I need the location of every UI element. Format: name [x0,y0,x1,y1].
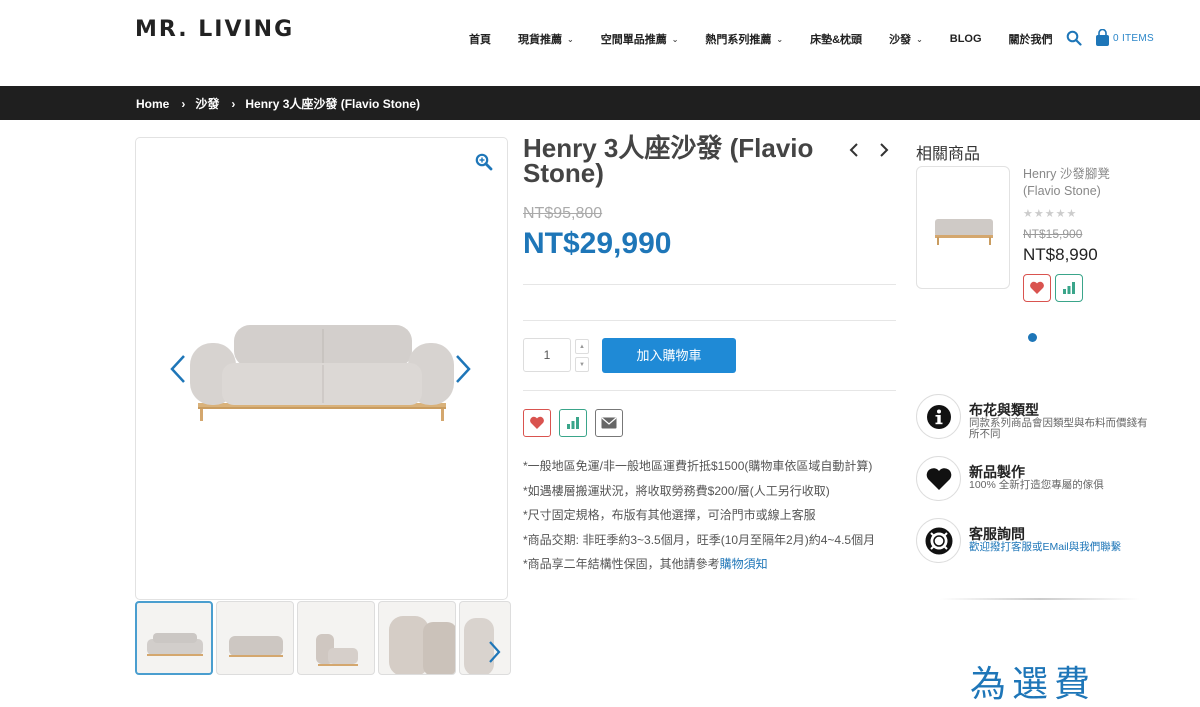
divider [940,598,1140,600]
info-icon [916,394,961,439]
thumbnail-image [464,618,494,674]
thumbnail[interactable] [216,601,294,675]
note-line: *商品享二年結構性保固，其他請參考購物須知 [523,552,875,577]
thumbnail[interactable] [378,601,456,675]
note-line: *如遇樓層搬運狀況，將收取勞務費$200/層(人工另行收取) [523,483,830,498]
chevron-left-icon[interactable] [846,142,862,158]
nav-item-mattress[interactable]: 床墊&枕頭 [810,31,862,47]
nav-item-series[interactable]: 熱門系列推薦 ⌄ [705,31,783,47]
bar-chart-icon [567,417,579,429]
nav-label: 熱門系列推薦 [705,34,772,46]
chevron-right-icon[interactable] [876,142,892,158]
ottoman-image [935,219,993,245]
product-image [190,325,454,421]
feature-description: 同款系列商品會因類型與布料而價錢有所不同 [969,417,1148,440]
nav-item-home[interactable]: 首頁 [469,31,491,47]
section-heading: 為選費 [970,664,1097,705]
heart-icon [1030,281,1044,294]
breadcrumb: Home › 沙發 › Henry 3人座沙發 (Flavio Stone) [136,95,420,112]
chevron-right-icon: › [231,96,236,111]
chevron-down-icon: ⌄ [776,34,784,44]
gallery-next-arrow[interactable] [453,353,473,385]
quantity-increase-button[interactable]: ▲ [575,339,589,354]
nav-label: 沙發 [889,34,912,46]
sale-price: NT$29,990 [523,227,672,260]
envelope-icon [601,417,617,429]
thumbnail[interactable] [135,601,213,675]
related-product-image[interactable] [916,166,1010,289]
thumbnail-image [229,636,283,657]
nav-label: 關於我們 [1008,34,1053,46]
nav-item-about[interactable]: 關於我們 [1009,31,1053,47]
related-compare-button[interactable] [1055,274,1083,302]
product-title: Henry 3人座沙發 (Flavio Stone) [523,133,814,188]
nav-item-stock[interactable]: 現貨推薦 ⌄ [518,31,574,47]
heart-icon [916,456,961,501]
nav-label: 空間單品推薦 [600,34,667,46]
related-wishlist-button[interactable] [1023,274,1051,302]
heart-icon [530,416,544,429]
note-prefix: *商品享二年結構性保固，其他請參考 [523,557,720,571]
nav-item-sofa[interactable]: 沙發 ⌄ [889,31,923,47]
divider [523,320,896,321]
nav-label: 現貨推薦 [518,34,562,46]
wishlist-button[interactable] [523,409,551,437]
breadcrumb-sofa[interactable]: 沙發 [195,95,219,112]
quantity-decrease-button[interactable]: ▼ [575,357,589,372]
site-header: MR. LIVING 首頁 現貨推薦 ⌄ 空間單品推薦 ⌄ 熱門系列推薦 ⌄ 床墊&枕… [0,0,1200,86]
thumbnail[interactable] [297,601,375,675]
thumbnail-next-arrow[interactable] [487,640,501,664]
carousel-dot[interactable] [1028,333,1037,342]
search-icon[interactable] [1066,30,1082,46]
thumbnail-image [147,633,203,656]
chevron-down-icon: ⌄ [916,34,923,44]
shopping-bag-icon [1096,29,1109,46]
nav-label: BLOG [949,33,982,45]
add-to-cart-button[interactable]: 加入購物車 [602,338,736,373]
compare-button[interactable] [559,409,587,437]
email-button[interactable] [595,409,623,437]
related-sale-price: NT$8,990 [1023,245,1098,264]
nav-label: 首頁 [469,34,491,46]
zoom-icon[interactable] [475,153,493,171]
quantity-input[interactable]: 1 [523,338,571,372]
bar-chart-icon [1063,282,1075,294]
feature-description: 100% 全新打造您專屬的傢俱 [969,479,1104,491]
nav-label: 床墊&枕頭 [810,34,863,46]
related-original-price: NT$15,900 [1023,227,1083,241]
product-gallery [135,137,508,600]
main-nav: 首頁 現貨推薦 ⌄ 空間單品推薦 ⌄ 熱門系列推薦 ⌄ 床墊&枕頭 沙發 ⌄ BLOG … [469,31,1080,47]
rating-stars: ★★★★★ [1023,208,1078,220]
thumbnail-strip [135,601,514,675]
breadcrumb-current: Henry 3人座沙發 (Flavio Stone) [245,97,421,111]
nav-item-space[interactable]: 空間單品推薦 ⌄ [601,31,679,47]
related-products-title: 相關商品 [916,146,981,163]
shopping-guide-link[interactable]: 購物須知 [720,557,768,571]
product-notes: *一般地區免運/非一般地區運費折抵$1500(購物車依區域自動計算) *如遇樓層… [523,454,875,577]
divider [523,390,896,391]
nav-item-blog[interactable]: BLOG [950,33,982,45]
chevron-down-icon: ⌄ [671,34,679,44]
lifebuoy-icon [916,518,961,563]
product-prev-next [846,142,892,158]
note-line: *商品交期: 非旺季約3~3.5個月，旺季(10月至隔年2月)約4~4.5個月 [523,532,876,547]
chevron-down-icon: ⌄ [567,34,574,44]
breadcrumb-home[interactable]: Home [136,97,169,111]
original-price: NT$95,800 [523,205,603,222]
related-product-name[interactable]: Henry 沙發腳凳 (Flavio Stone) [1023,166,1143,200]
gallery-prev-arrow[interactable] [168,353,188,385]
divider [523,284,896,285]
chevron-right-icon: › [181,96,186,111]
note-line: *尺寸固定規格，布版有其他選擇，可洽門市或線上客服 [523,508,816,522]
breadcrumb-bar: Home › 沙發 › Henry 3人座沙發 (Flavio Stone) [0,86,1200,120]
cart-count: 0 ITEMS [1113,32,1154,44]
thumbnail-image [316,634,358,666]
contact-link[interactable]: 歡迎撥打客服或EMail與我們聯繫 [969,542,1149,553]
cart-button[interactable]: 0 ITEMS [1095,29,1154,47]
note-line: *一般地區免運/非一般地區運費折抵$1500(購物車依區域自動計算) [523,459,873,473]
site-logo[interactable]: MR. LIVING [135,17,294,42]
thumbnail[interactable] [459,601,511,675]
thumbnail-image [389,616,455,674]
